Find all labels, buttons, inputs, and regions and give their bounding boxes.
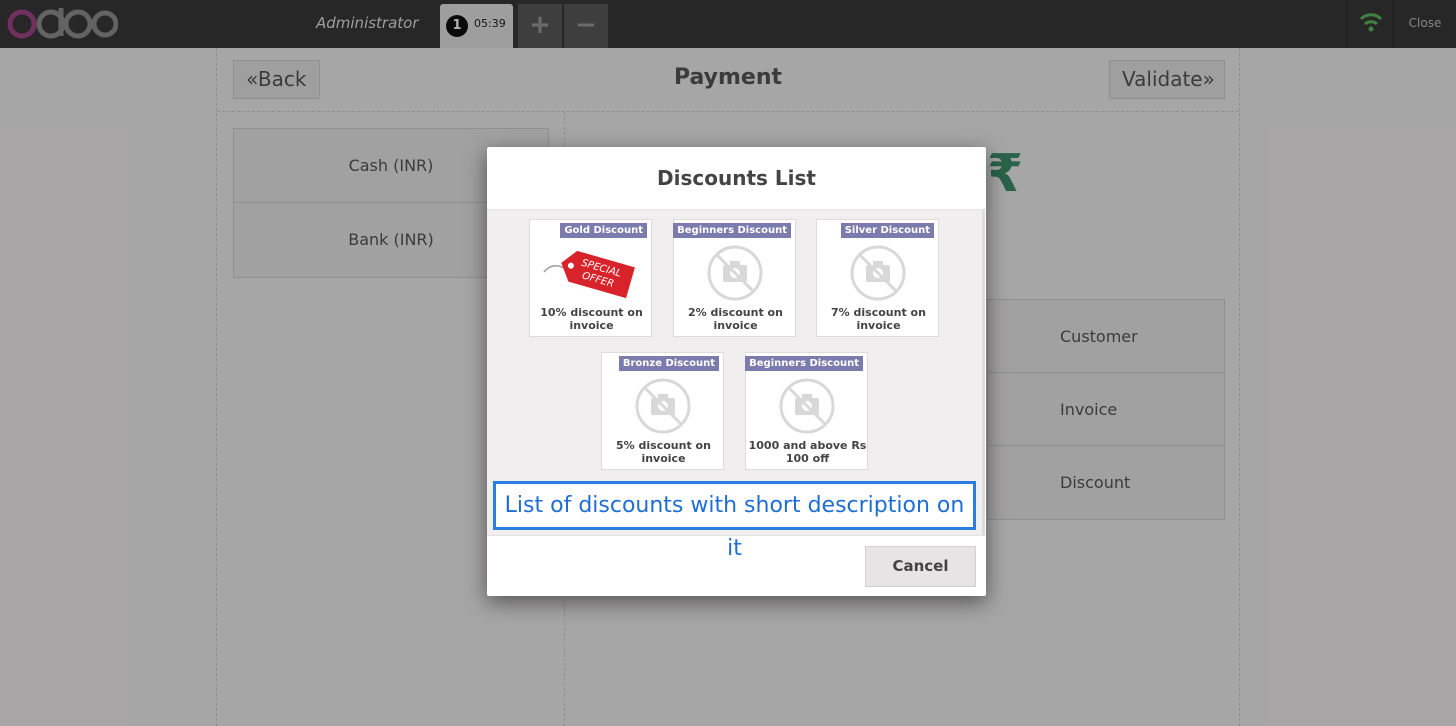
discount-description: 7% discount on invoice	[831, 306, 926, 332]
no-image-icon	[779, 378, 835, 434]
discount-description: 5% discount on invoice	[616, 439, 711, 465]
discount-description: 10% discount on invoice	[540, 306, 643, 332]
discount-card-beginners-2[interactable]: Beginners Discount 1000 and above Rs 100…	[745, 352, 868, 470]
discount-tag: Bronze Discount	[618, 356, 719, 371]
special-offer-tag-icon: SPECIAL OFFER	[543, 250, 635, 299]
discount-description: 1000 and above Rs 100 off	[748, 439, 867, 465]
discounts-modal: Discounts List SPECIAL OFFER Gold Discou…	[487, 147, 986, 596]
discount-tag: Gold Discount	[560, 223, 647, 238]
discount-card-beginners[interactable]: Beginners Discount 2% discount on invoic…	[673, 219, 796, 337]
discount-tag: Silver Discount	[840, 223, 934, 238]
no-image-icon	[707, 245, 763, 301]
modal-footer: Cancel	[487, 535, 986, 596]
discount-card-bronze[interactable]: Bronze Discount 5% discount on invoice	[601, 352, 724, 470]
discount-card-gold[interactable]: SPECIAL OFFER Gold Discount 10% discount…	[529, 219, 652, 337]
discount-tag: Beginners Discount	[673, 223, 791, 238]
no-image-icon	[635, 378, 691, 434]
no-image-icon	[850, 245, 906, 301]
discount-card-silver[interactable]: Silver Discount 7% discount on invoice	[816, 219, 939, 337]
annotation-callout: List of discounts with short description…	[493, 481, 976, 561]
discounts-list: SPECIAL OFFER Gold Discount 10% discount…	[487, 210, 985, 561]
discount-description: 2% discount on invoice	[688, 306, 783, 332]
discount-tag: Beginners Discount	[745, 356, 863, 371]
modal-title: Discounts List	[487, 147, 986, 210]
cancel-button[interactable]: Cancel	[865, 546, 976, 587]
